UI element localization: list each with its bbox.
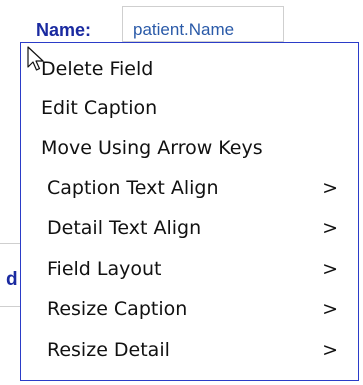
menu-item-move-using-arrow-keys[interactable]: Move Using Arrow Keys (21, 134, 358, 164)
submenu-chevron-icon: > (322, 298, 338, 320)
menu-item-resize-caption[interactable]: Resize Caption > (21, 295, 358, 325)
name-field-detail[interactable]: patient.Name (122, 6, 284, 42)
menu-item-label: Resize Detail (47, 339, 170, 361)
menu-item-label: Field Layout (47, 258, 162, 280)
menu-item-label: Edit Caption (41, 97, 158, 119)
row-divider (0, 243, 20, 244)
menu-item-label: Resize Caption (47, 298, 188, 320)
menu-item-resize-detail[interactable]: Resize Detail > (21, 336, 358, 366)
menu-item-label: Detail Text Align (47, 217, 202, 239)
field-context-menu: Delete Field Edit Caption Move Using Arr… (20, 42, 359, 381)
menu-item-delete-field[interactable]: Delete Field (21, 55, 358, 85)
menu-item-edit-caption[interactable]: Edit Caption (21, 94, 358, 124)
submenu-chevron-icon: > (322, 177, 338, 199)
menu-item-caption-text-align[interactable]: Caption Text Align > (21, 174, 358, 204)
name-field-caption[interactable]: Name: (36, 20, 91, 41)
menu-item-detail-text-align[interactable]: Detail Text Align > (21, 214, 358, 244)
submenu-chevron-icon: > (322, 258, 338, 280)
submenu-chevron-icon: > (322, 339, 338, 361)
row-divider (0, 306, 20, 307)
report-designer-canvas: Name: patient.Name d Delete Field Edit C… (0, 0, 363, 385)
submenu-chevron-icon: > (322, 217, 338, 239)
menu-item-label: Move Using Arrow Keys (41, 137, 263, 159)
menu-item-label: Caption Text Align (47, 177, 219, 199)
menu-item-field-layout[interactable]: Field Layout > (21, 255, 358, 285)
mouse-pointer-icon (27, 46, 44, 71)
partial-field-caption[interactable]: d (6, 269, 18, 291)
menu-item-label: Delete Field (41, 58, 154, 80)
